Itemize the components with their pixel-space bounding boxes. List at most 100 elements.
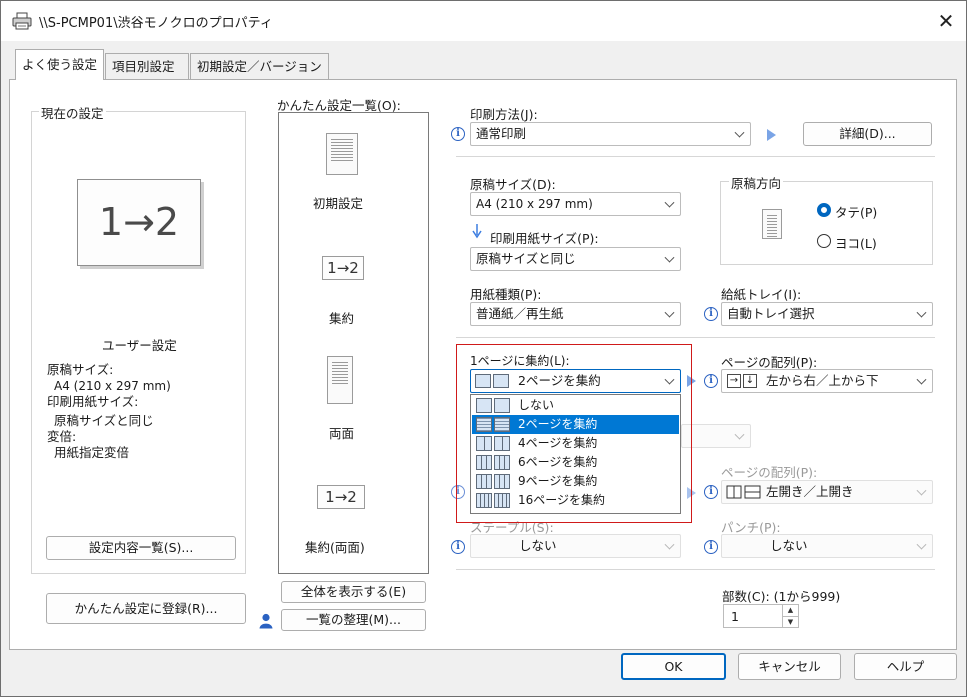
orientation-group xyxy=(720,181,933,265)
separator xyxy=(456,569,935,570)
easy-settings-listbox[interactable]: 初期設定 1→2 集約 両面 1→2 集約(両面) xyxy=(278,112,429,574)
title-bar: \\S-PCMP01\渋谷モノクロのプロパティ ✕ xyxy=(1,1,966,41)
nup-duplex-icon: 1→2 xyxy=(317,485,365,509)
easy-setting-duplex[interactable]: 両面 xyxy=(329,423,354,442)
print-method-label: 印刷方法(J): xyxy=(470,107,538,122)
settings-list-button[interactable]: 設定内容一覧(S)... xyxy=(46,536,236,560)
grid-9-icon xyxy=(494,474,510,489)
spin-up-icon[interactable]: ▲ xyxy=(782,605,798,616)
register-easy-setting-button[interactable]: かんたん設定に登録(R)... xyxy=(46,593,246,624)
nup-value: 2ページを集約 xyxy=(518,373,601,388)
easy-setting-default[interactable]: 初期設定 xyxy=(313,193,363,212)
page-order-value: 左から右／上から下 xyxy=(766,373,879,388)
original-size-select[interactable]: A4 (210 x 297 mm) xyxy=(470,192,681,216)
original-size-label: 原稿サイズ(D): xyxy=(470,177,556,192)
info-icon[interactable]: i xyxy=(704,307,718,321)
setting-paper-size-label: 印刷用紙サイズ: xyxy=(47,394,139,409)
nup-preview-icon: 1→2 xyxy=(77,179,201,266)
chevron-down-icon xyxy=(734,429,745,440)
chevron-down-icon xyxy=(664,374,675,385)
nup-dropdown-list[interactable]: しない 2ページを集約 4ページを集約 6ページを集約 9ページを集約 16ペー… xyxy=(470,394,681,514)
grid-6-icon xyxy=(476,455,492,470)
easy-setting-nup[interactable]: 集約 xyxy=(329,308,354,327)
arrow-down-icon: ↓ xyxy=(743,374,757,388)
separator xyxy=(456,156,935,157)
easy-setting-nup-duplex[interactable]: 集約(両面) xyxy=(305,537,365,556)
details-button[interactable]: 詳細(D)... xyxy=(803,122,932,146)
setting-original-size-value: A4 (210 x 297 mm) xyxy=(54,379,171,393)
arrow-down-icon xyxy=(472,224,482,239)
info-icon[interactable]: i xyxy=(704,540,718,554)
grid-4-icon xyxy=(476,436,492,451)
punch-select[interactable]: しない xyxy=(721,534,933,558)
info-icon[interactable]: i xyxy=(451,540,465,554)
separator xyxy=(456,337,935,338)
page-icon xyxy=(476,417,492,432)
tray-select[interactable]: 自動トレイ選択 xyxy=(721,302,933,326)
info-icon[interactable]: i xyxy=(704,374,718,388)
portrait-radio[interactable] xyxy=(817,203,831,217)
page-icon xyxy=(493,374,509,388)
landscape-label[interactable]: ヨコ(L) xyxy=(835,233,877,252)
punch-value: しない xyxy=(770,538,808,553)
chevron-down-icon xyxy=(734,127,745,138)
nup-option-16up[interactable]: 16ページを集約 xyxy=(472,491,679,510)
paper-type-label: 用紙種類(P): xyxy=(470,287,542,302)
grid-6-icon xyxy=(494,455,510,470)
duplex-icon xyxy=(327,356,353,404)
copies-spinner[interactable]: 1 ▲ ▼ xyxy=(723,604,799,628)
tab-item-settings[interactable]: 項目別設定 xyxy=(105,53,189,79)
nup-label: 1ページに集約(L): xyxy=(470,354,570,368)
printer-icon xyxy=(12,12,32,30)
tray-value: 自動トレイ選択 xyxy=(727,306,815,321)
info-icon[interactable]: i xyxy=(704,485,718,499)
print-method-select[interactable]: 通常印刷 xyxy=(470,122,751,146)
paper-size-label: 印刷用紙サイズ(P): xyxy=(490,231,599,246)
staple-select[interactable]: しない xyxy=(470,534,681,558)
tab-initial-version[interactable]: 初期設定／バージョン xyxy=(190,53,329,79)
binding-order-select[interactable]: 左開き／上開き xyxy=(721,480,933,504)
print-method-value: 通常印刷 xyxy=(476,126,527,141)
nup-icon: 1→2 xyxy=(322,256,364,280)
page-order-select[interactable]: → ↓ 左から右／上から下 xyxy=(721,369,933,393)
close-icon[interactable]: ✕ xyxy=(931,7,961,35)
copies-value: 1 xyxy=(731,609,739,624)
arrow-right-icon: → xyxy=(727,374,741,388)
setting-original-size-label: 原稿サイズ: xyxy=(47,362,114,377)
window-title: \\S-PCMP01\渋谷モノクロのプロパティ xyxy=(39,16,273,31)
tab-frequently-used[interactable]: よく使う設定 xyxy=(15,49,104,80)
tray-label: 給紙トレイ(I): xyxy=(721,287,802,302)
chevron-down-icon xyxy=(916,374,927,385)
show-all-button[interactable]: 全体を表示する(E) xyxy=(281,581,426,603)
grid-16-icon xyxy=(494,493,510,508)
nup-option-4up[interactable]: 4ページを集約 xyxy=(472,434,679,453)
organize-list-button[interactable]: 一覧の整理(M)... xyxy=(281,609,426,631)
nup-select[interactable]: 2ページを集約 xyxy=(470,369,681,393)
portrait-page-icon xyxy=(762,209,782,239)
cancel-button[interactable]: キャンセル xyxy=(738,653,841,680)
landscape-radio[interactable] xyxy=(817,234,831,248)
page-icon xyxy=(494,398,510,413)
paper-type-select[interactable]: 普通紙／再生紙 xyxy=(470,302,681,326)
help-button[interactable]: ヘルプ xyxy=(854,653,957,680)
grid-4-icon xyxy=(494,436,510,451)
binding-order-value: 左開き／上開き xyxy=(766,484,854,499)
orientation-label: 原稿方向 xyxy=(729,173,784,192)
current-settings-label: 現在の設定 xyxy=(39,103,106,122)
nup-option-9up[interactable]: 9ページを集約 xyxy=(472,472,679,491)
paper-size-select[interactable]: 原稿サイズと同じ xyxy=(470,247,681,271)
spin-down-icon[interactable]: ▼ xyxy=(782,616,798,627)
nup-option-2up[interactable]: 2ページを集約 xyxy=(472,415,679,434)
paper-type-value: 普通紙／再生紙 xyxy=(476,306,564,321)
play-arrow-icon xyxy=(767,129,776,141)
nup-option-none[interactable]: しない xyxy=(472,396,679,415)
portrait-label[interactable]: タテ(P) xyxy=(835,202,877,221)
info-icon[interactable]: i xyxy=(451,127,465,141)
user-settings-label: ユーザー設定 xyxy=(102,338,177,353)
original-size-value: A4 (210 x 297 mm) xyxy=(476,197,593,211)
chevron-down-icon xyxy=(664,307,675,318)
page-icon xyxy=(475,374,491,388)
copies-label: 部数(C): (1から999) xyxy=(722,589,841,604)
nup-option-6up[interactable]: 6ページを集約 xyxy=(472,453,679,472)
ok-button[interactable]: OK xyxy=(621,653,726,680)
